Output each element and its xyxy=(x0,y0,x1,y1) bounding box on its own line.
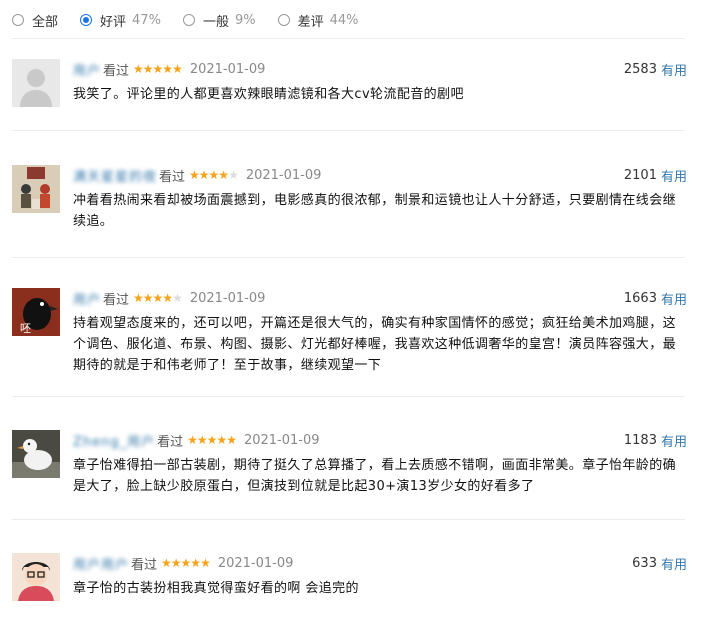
watched-status: 看过 xyxy=(103,292,130,308)
comment-date: 2021-01-09 xyxy=(189,290,266,306)
divider xyxy=(12,519,685,520)
comment-meta: 用户用户 看过 ★★★★★ 2021-01-09 xyxy=(73,553,293,573)
divider xyxy=(12,38,685,39)
watched-status: 看过 xyxy=(103,63,130,79)
comment-item: 满天星星的夜 看过 ★★★★★ 2021-01-09 2101 有用 冲着看热闹… xyxy=(12,165,687,235)
filter-neutral-percent: 9% xyxy=(234,12,256,28)
username-link[interactable]: 用户用户 xyxy=(73,554,129,573)
vote-count: 2101 xyxy=(623,167,657,183)
rating-stars: ★★★★★ xyxy=(133,62,183,76)
comment-date: 2021-01-09 xyxy=(243,432,320,448)
comment-text: 章子怡难得拍一部古装剧，期待了挺久了总算播了，看上去质感不错啊，画面非常美。章子… xyxy=(73,458,677,494)
username-link[interactable]: 用户 xyxy=(73,60,101,79)
username-link[interactable]: 满天星星的夜 xyxy=(73,166,157,185)
filter-all-label: 全部 xyxy=(32,14,59,30)
duck-avatar-icon xyxy=(12,430,60,478)
vote-area: 633 有用 xyxy=(632,553,687,573)
comment-item: 用户 看过 ★★★★★ 2021-01-09 2583 有用 我笑了。评论里的人… xyxy=(12,59,687,119)
username-link[interactable]: 用户 xyxy=(73,289,101,308)
filter-positive-percent: 47% xyxy=(132,12,161,28)
comment-date: 2021-01-09 xyxy=(245,167,322,183)
filter-negative-percent: 44% xyxy=(329,12,359,28)
username-link[interactable]: Zheng_用户 xyxy=(73,431,155,450)
useful-button[interactable]: 有用 xyxy=(661,431,687,450)
vote-area: 1183 有用 xyxy=(624,430,687,450)
comment-date: 2021-01-09 xyxy=(189,61,266,77)
radio-positive[interactable] xyxy=(80,14,93,26)
filter-positive[interactable]: 好评 47% xyxy=(80,11,161,30)
vote-area: 2583 有用 xyxy=(624,59,687,79)
avatar[interactable] xyxy=(12,165,60,213)
comment-text: 章子怡的古装扮相我真觉得蛮好看的啊 会追完的 xyxy=(73,581,359,596)
comment-item: 呸 用户 看过 ★★★★★ 2021-01-09 1663 有用 持着观望态度来… xyxy=(12,288,687,378)
useful-button[interactable]: 有用 xyxy=(661,554,687,573)
comment-meta: 用户 看过 ★★★★★ 2021-01-09 xyxy=(73,288,265,308)
default-avatar-icon xyxy=(12,59,60,107)
avatar[interactable] xyxy=(12,59,60,107)
vote-count: 2583 xyxy=(623,61,657,77)
figures-avatar-icon xyxy=(12,165,60,213)
comment-item: 用户用户 看过 ★★★★★ 2021-01-09 633 有用 章子怡的古装扮相… xyxy=(12,553,687,603)
watched-status: 看过 xyxy=(159,169,186,185)
useful-button[interactable]: 有用 xyxy=(661,166,687,185)
comment-text: 冲着看热闹来看却被场面震撼到，电影感真的很浓郁，制景和运镜也让人十分舒适，只要剧… xyxy=(73,193,677,229)
radio-negative[interactable] xyxy=(277,14,290,26)
useful-button[interactable]: 有用 xyxy=(661,289,687,308)
vote-area: 2101 有用 xyxy=(624,165,687,185)
filter-positive-label: 好评 xyxy=(100,14,127,30)
useful-button[interactable]: 有用 xyxy=(661,60,687,79)
rating-stars: ★★★★★ xyxy=(189,168,239,182)
comment-item: Zheng_用户 看过 ★★★★★ 2021-01-09 1183 有用 章子怡… xyxy=(12,430,687,500)
radio-all[interactable] xyxy=(12,14,24,26)
rating-stars: ★★★★★ xyxy=(161,556,211,570)
watched-status: 看过 xyxy=(131,557,158,573)
filter-neutral-label: 一般 xyxy=(202,14,229,30)
vote-count: 1663 xyxy=(623,290,657,306)
svg-text:呸: 呸 xyxy=(20,322,31,335)
filter-all[interactable]: 全部 xyxy=(12,11,58,30)
rating-stars: ★★★★★ xyxy=(133,291,183,305)
comment-date: 2021-01-09 xyxy=(217,555,294,571)
vote-count: 1183 xyxy=(623,432,657,448)
comment-meta: 满天星星的夜 看过 ★★★★★ 2021-01-09 xyxy=(73,165,321,185)
avatar[interactable]: 呸 xyxy=(12,288,60,336)
vote-area: 1663 有用 xyxy=(624,288,687,308)
crow-avatar-icon: 呸 xyxy=(12,288,60,336)
rating-filter-bar: 全部 好评 47% 一般 9% 差评 44% xyxy=(12,9,381,31)
filter-negative-label: 差评 xyxy=(297,14,324,30)
radio-neutral[interactable] xyxy=(182,14,195,26)
comment-text: 持着观望态度来的，还可以吧，开篇还是很大气的，确实有种家国情怀的感觉；疯狂给美术… xyxy=(73,316,677,373)
cartoon-avatar-icon xyxy=(12,553,60,601)
divider xyxy=(12,396,685,397)
comment-text: 我笑了。评论里的人都更喜欢辣眼睛滤镜和各大cv轮流配音的剧吧 xyxy=(73,87,464,102)
comment-meta: Zheng_用户 看过 ★★★★★ 2021-01-09 xyxy=(73,430,320,450)
filter-negative[interactable]: 差评 44% xyxy=(277,11,359,30)
avatar[interactable] xyxy=(12,553,60,601)
filter-neutral[interactable]: 一般 9% xyxy=(182,11,256,30)
watched-status: 看过 xyxy=(157,434,184,450)
divider xyxy=(12,130,685,131)
divider xyxy=(12,257,685,258)
rating-stars: ★★★★★ xyxy=(187,433,237,447)
vote-count: 633 xyxy=(632,555,657,571)
comment-meta: 用户 看过 ★★★★★ 2021-01-09 xyxy=(73,59,265,79)
avatar[interactable] xyxy=(12,430,60,478)
